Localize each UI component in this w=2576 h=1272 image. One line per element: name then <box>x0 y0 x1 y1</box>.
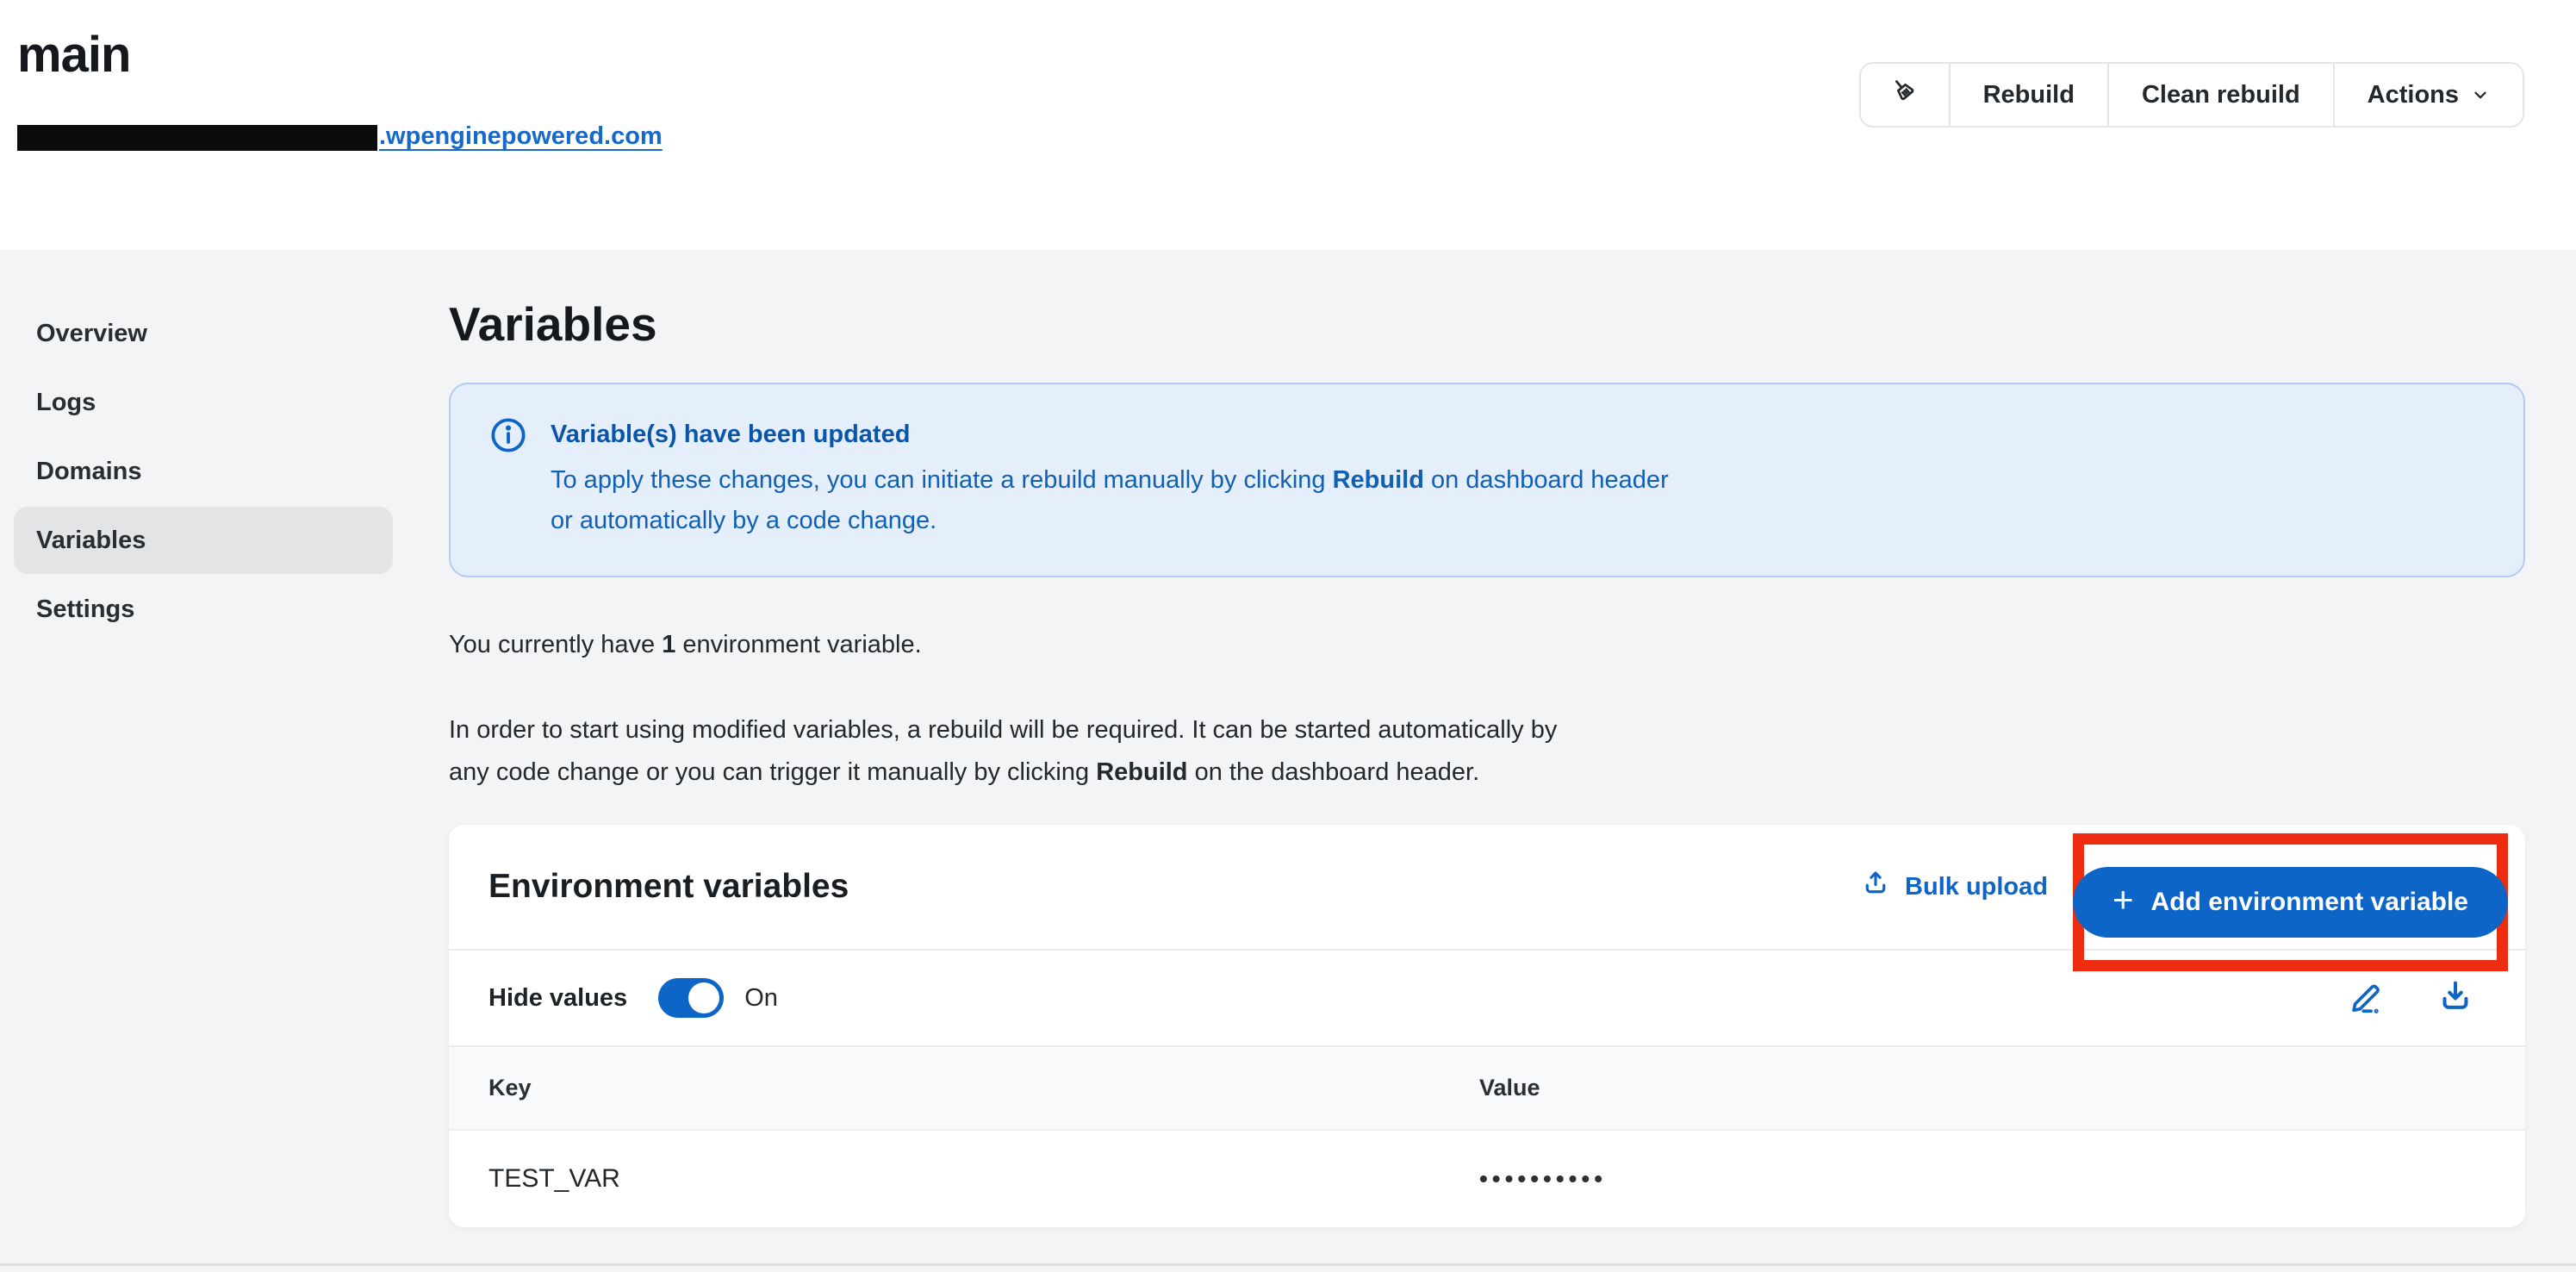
page-title: Variables <box>449 296 2527 352</box>
variables-table-header: Key Value <box>449 1047 2525 1131</box>
main-content: Variables Variable(s) have been updated … <box>449 250 2527 1227</box>
info-alert: Variable(s) have been updated To apply t… <box>449 383 2525 577</box>
environment-url-link[interactable]: .wpenginepowered.com <box>17 122 663 151</box>
hide-values-toggle[interactable] <box>658 978 724 1018</box>
alert-body-text: on dashboard header <box>1424 466 1669 494</box>
edit-variables-button[interactable] <box>2348 976 2387 1020</box>
add-environment-variable-button[interactable]: + Add environment variable <box>2073 867 2508 938</box>
toggle-knob <box>688 982 719 1013</box>
purge-cache-button[interactable] <box>1861 64 1949 126</box>
sidebar-item-logs[interactable]: Logs <box>14 369 393 436</box>
sidebar-nav: Overview Logs Domains Variables Settings <box>14 300 393 645</box>
count-value: 1 <box>662 631 675 658</box>
table-actions <box>2348 976 2486 1020</box>
redaction-bar <box>17 125 377 151</box>
count-suffix: environment variable. <box>675 631 921 658</box>
toggle-state-label: On <box>744 984 778 1013</box>
alert-body-text: To apply these changes, you can initiate… <box>551 466 1333 494</box>
note-text: on the dashboard header. <box>1188 758 1480 786</box>
info-icon <box>488 415 528 541</box>
rebuild-note-line1: In order to start using modified variabl… <box>449 709 2527 751</box>
sidebar-item-domains[interactable]: Domains <box>14 438 393 505</box>
page-header: main .wpenginepowered.com Rebuild Clean … <box>0 0 2576 250</box>
sidebar-item-variables[interactable]: Variables <box>14 507 393 574</box>
alert-body-line2: or automatically by a code change. <box>551 501 1669 541</box>
alert-body: To apply these changes, you can initiate… <box>551 460 1669 541</box>
sidebar-item-label: Overview <box>36 320 147 348</box>
alert-content: Variable(s) have been updated To apply t… <box>551 415 1669 541</box>
sidebar-item-label: Settings <box>36 595 134 624</box>
annotation-red-rectangle: + Add environment variable <box>2073 833 2508 971</box>
chevron-down-icon <box>2471 85 2490 104</box>
rebuild-note: In order to start using modified variabl… <box>449 709 2527 794</box>
column-header-value: Value <box>1479 1075 1540 1101</box>
sidebar-item-settings[interactable]: Settings <box>14 576 393 643</box>
broom-icon <box>1888 75 1921 115</box>
clean-rebuild-label: Clean rebuild <box>2142 81 2300 109</box>
variable-key-cell: TEST_VAR <box>488 1164 1479 1194</box>
download-variables-button[interactable] <box>2436 976 2475 1020</box>
clean-rebuild-button[interactable]: Clean rebuild <box>2109 64 2333 126</box>
environment-variables-card: Environment variables Bulk upload + Add … <box>449 825 2525 1227</box>
environment-title: main <box>17 24 130 86</box>
rebuild-note-line2: any code change or you can trigger it ma… <box>449 751 2527 794</box>
add-environment-variable-label: Add environment variable <box>2151 888 2468 917</box>
note-bold: Rebuild <box>1096 758 1187 786</box>
column-header-key: Key <box>488 1075 1479 1101</box>
alert-body-bold: Rebuild <box>1333 466 1424 494</box>
upload-icon <box>1860 868 1891 906</box>
table-row: TEST_VAR •••••••••• <box>449 1131 2525 1227</box>
note-text: any code change or you can trigger it ma… <box>449 758 1096 786</box>
alert-title: Variable(s) have been updated <box>551 415 1669 453</box>
environment-url-row: .wpenginepowered.com <box>17 122 663 157</box>
actions-dropdown-button[interactable]: Actions <box>2335 64 2523 126</box>
bulk-upload-label: Bulk upload <box>1905 873 2048 901</box>
bulk-upload-link[interactable]: Bulk upload <box>1860 868 2048 906</box>
footer-divider <box>0 1263 2576 1266</box>
rebuild-label: Rebuild <box>1983 81 2075 109</box>
environment-url-suffix: .wpenginepowered.com <box>379 122 663 151</box>
sidebar-item-overview[interactable]: Overview <box>14 300 393 367</box>
sidebar-item-label: Logs <box>36 389 96 417</box>
count-prefix: You currently have <box>449 631 662 658</box>
hide-values-label: Hide values <box>488 984 627 1013</box>
plus-icon: + <box>2112 882 2134 918</box>
download-icon <box>2436 976 2475 1020</box>
sidebar-item-label: Variables <box>36 527 146 555</box>
header-toolbar: Rebuild Clean rebuild Actions <box>1859 62 2524 128</box>
rebuild-button[interactable]: Rebuild <box>1951 64 2107 126</box>
variable-count-text: You currently have 1 environment variabl… <box>449 631 2527 659</box>
variable-value-cell: •••••••••• <box>1479 1165 1607 1193</box>
actions-label: Actions <box>2368 81 2459 109</box>
pencil-icon <box>2348 976 2387 1020</box>
sidebar-item-label: Domains <box>36 458 141 486</box>
card-title: Environment variables <box>488 868 1860 906</box>
alert-body-line1: To apply these changes, you can initiate… <box>551 460 1669 501</box>
